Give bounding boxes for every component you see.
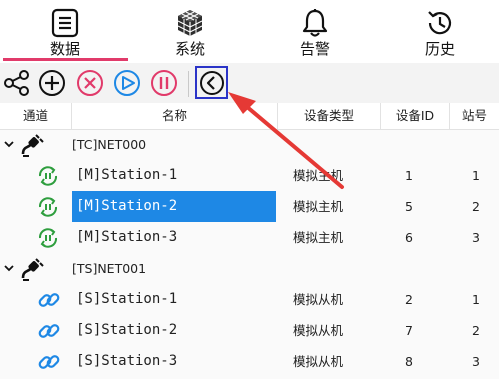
device-type: 模拟从机 (293, 323, 344, 338)
pause-icon[interactable] (149, 68, 179, 98)
history-clock-icon (428, 11, 452, 35)
device-id: 8 (405, 354, 413, 369)
selected-tab-indicator (3, 58, 128, 61)
tab-history-label: 历史 (424, 40, 455, 58)
toolbar-separator (188, 71, 189, 97)
station-number: 3 (472, 354, 480, 369)
device-id: 6 (405, 230, 413, 245)
tab-data-label: 数据 (49, 40, 80, 58)
grid-header: 通道 名称 设备类型 设备ID 站号 (0, 103, 499, 130)
station-number: 2 (472, 323, 480, 338)
device-type: 模拟从机 (293, 292, 344, 307)
slave-link-icon (38, 355, 60, 369)
tab-data[interactable]: 数据 (10, 0, 120, 62)
device-id: 2 (405, 292, 413, 307)
tab-alarm-label: 告警 (299, 40, 330, 58)
group-row[interactable]: [TS]NET001 (0, 253, 499, 284)
tab-history[interactable]: 历史 (385, 0, 495, 62)
device-type: 模拟主机 (293, 199, 344, 214)
station-name: [M]Station-2 (76, 198, 178, 214)
network-plug-icon (21, 258, 44, 281)
station-name: [S]Station-2 (76, 322, 178, 338)
group-name: [TC]NET000 (72, 137, 147, 152)
share-icon[interactable] (2, 68, 32, 98)
table-row[interactable]: [S]Station-3 模拟从机 8 3 (0, 346, 499, 377)
column-name[interactable]: 名称 (72, 103, 278, 129)
table-row[interactable]: [S]Station-2 模拟从机 7 2 (0, 315, 499, 346)
alarm-bell-icon (302, 9, 328, 37)
chevron-down-icon[interactable] (3, 138, 15, 150)
top-navigation: 数据 系统 告警 历史 (0, 0, 499, 62)
system-cube-icon (177, 10, 203, 36)
back-icon[interactable] (197, 68, 227, 98)
group-row[interactable]: [TC]NET000 (0, 129, 499, 160)
table-row[interactable]: [M]Station-3 模拟主机 6 3 (0, 222, 499, 253)
add-icon[interactable] (37, 68, 67, 98)
station-name: [M]Station-1 (76, 167, 178, 183)
device-id: 7 (405, 323, 413, 338)
master-station-icon (38, 228, 58, 248)
device-type: 模拟从机 (293, 354, 344, 369)
tab-system-label: 系统 (174, 40, 205, 58)
column-channel[interactable]: 通道 (0, 103, 72, 129)
chevron-down-icon[interactable] (3, 262, 15, 274)
column-device-id[interactable]: 设备ID (381, 103, 450, 129)
station-number: 3 (472, 230, 480, 245)
column-device-type[interactable]: 设备类型 (278, 103, 381, 129)
device-type: 模拟主机 (293, 168, 344, 183)
station-number: 1 (472, 168, 480, 183)
run-icon[interactable] (112, 68, 142, 98)
tab-system[interactable]: 系统 (135, 0, 245, 62)
table-row[interactable]: [M]Station-1 模拟主机 1 1 (0, 160, 499, 191)
station-number: 1 (472, 292, 480, 307)
table-row-selected[interactable]: [M]Station-2 模拟主机 5 2 (0, 191, 499, 222)
device-id: 5 (405, 199, 413, 214)
remove-icon[interactable] (75, 68, 105, 98)
device-type: 模拟主机 (293, 230, 344, 245)
network-plug-icon (21, 134, 44, 157)
toolbar (0, 63, 499, 103)
slave-link-icon (38, 324, 60, 338)
station-number: 2 (472, 199, 480, 214)
data-list-icon (51, 8, 79, 38)
station-name: [M]Station-3 (76, 229, 178, 245)
tab-alarm[interactable]: 告警 (260, 0, 370, 62)
device-tree-grid: 通道 名称 设备类型 设备ID 站号 [TC]NET000 [M]Station… (0, 103, 499, 379)
device-id: 1 (405, 168, 413, 183)
group-name: [TS]NET001 (72, 261, 147, 276)
station-name: [S]Station-3 (76, 353, 178, 369)
station-name: [S]Station-1 (76, 291, 178, 307)
master-station-icon (38, 166, 58, 186)
master-station-icon (38, 197, 58, 217)
table-row[interactable]: [S]Station-1 模拟从机 2 1 (0, 284, 499, 315)
slave-link-icon (38, 293, 60, 307)
column-station-no[interactable]: 站号 (450, 103, 499, 129)
